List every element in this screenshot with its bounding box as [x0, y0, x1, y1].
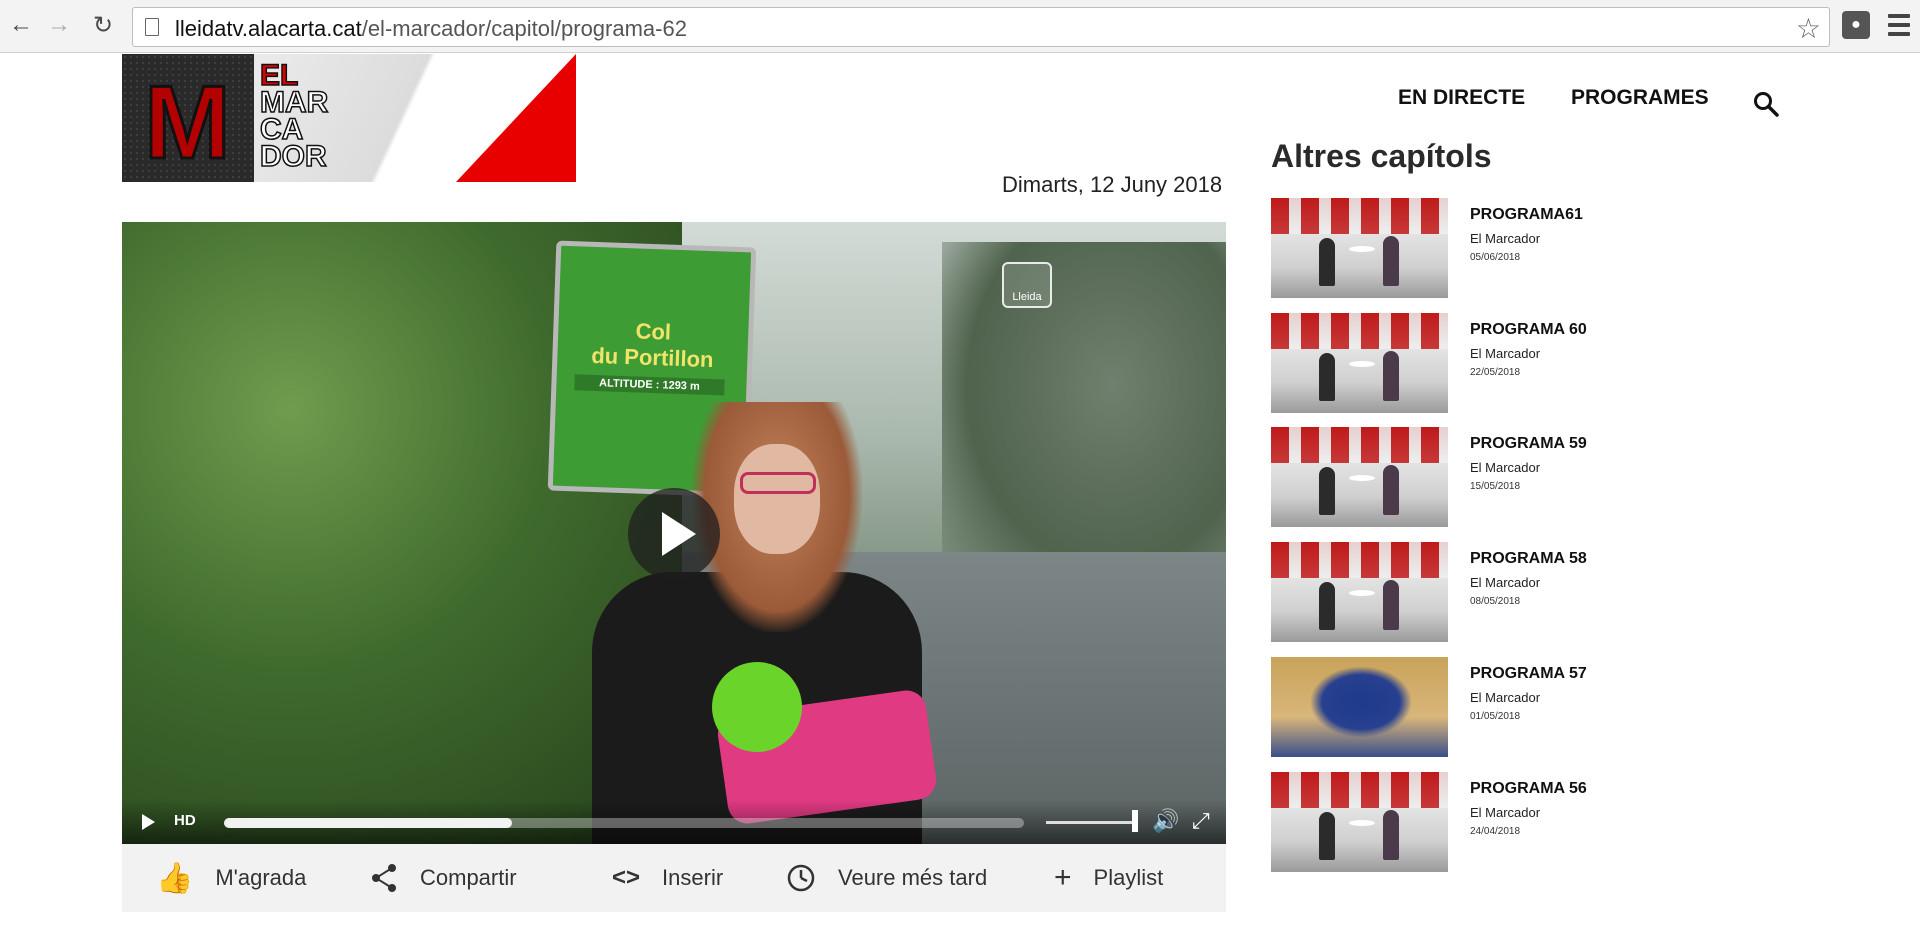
episode-date-small: 22/05/2018 [1470, 367, 1521, 378]
episode-item[interactable]: PROGRAMA 59 El Marcador 15/05/2018 [1271, 427, 1691, 527]
plus-icon: + [1054, 861, 1072, 894]
share-button[interactable]: Compartir [370, 844, 517, 912]
code-icon: <> [612, 864, 641, 891]
episode-thumbnail[interactable] [1271, 772, 1448, 872]
search-icon[interactable] [1752, 90, 1780, 118]
episode-date-small: 15/05/2018 [1470, 481, 1521, 492]
playlist-button[interactable]: + Playlist [1054, 844, 1163, 912]
episode-date-small: 05/06/2018 [1470, 252, 1521, 263]
clock-icon [787, 864, 815, 892]
episode-title[interactable]: PROGRAMA 57 [1470, 665, 1587, 683]
volume-handle[interactable] [1132, 810, 1138, 832]
back-arrow-icon[interactable]: ← [6, 10, 36, 40]
logo-monogram: M [143, 64, 233, 183]
episode-program: El Marcador [1470, 805, 1541, 820]
episode-item[interactable]: PROGRAMA 57 El Marcador 01/05/2018 [1271, 657, 1691, 757]
episode-program: El Marcador [1470, 346, 1541, 361]
nav-live[interactable]: EN DIRECTE [1398, 86, 1525, 110]
watch-later-button[interactable]: Veure més tard [786, 844, 987, 912]
browser-menu-icon[interactable] [1888, 14, 1910, 36]
episode-title[interactable]: PROGRAMA 59 [1470, 435, 1587, 453]
episode-thumbnail[interactable] [1271, 657, 1448, 757]
play-icon[interactable] [142, 814, 155, 830]
page-icon [145, 18, 159, 36]
progress-fill [224, 818, 512, 828]
progress-bar[interactable] [224, 818, 1024, 828]
site-logo[interactable]: M EL MAR CA DOR [122, 54, 576, 182]
player-controls: HD 🔊 ⤢ [122, 800, 1226, 844]
episode-item[interactable]: PROGRAMA 56 El Marcador 24/04/2018 [1271, 772, 1691, 872]
browser-toolbar: ← → ↻ lleidatv.alacarta.cat/el-marcador/… [0, 0, 1920, 53]
episode-item[interactable]: PROGRAMA 58 El Marcador 08/05/2018 [1271, 542, 1691, 642]
action-bar: 👍 M'agrada Compartir <> Inserir Veure mé… [122, 844, 1226, 912]
hd-toggle[interactable]: HD [174, 812, 196, 829]
episode-title[interactable]: PROGRAMA 56 [1470, 780, 1587, 798]
episode-title[interactable]: PROGRAMA61 [1470, 206, 1583, 224]
episode-date: Dimarts, 12 Juny 2018 [1002, 172, 1223, 197]
reload-icon[interactable]: ↻ [88, 10, 118, 40]
episode-item[interactable]: PROGRAMA 60 El Marcador 22/05/2018 [1271, 313, 1691, 413]
video-player[interactable]: Col du Portillon ALTITUDE : 1293 m Lleid… [122, 222, 1226, 844]
like-button[interactable]: 👍 M'agrada [156, 844, 306, 912]
episode-item[interactable]: PROGRAMA61 El Marcador 05/06/2018 [1271, 198, 1691, 298]
extension-bulb-icon[interactable]: ● [1842, 11, 1870, 39]
episode-date-small: 08/05/2018 [1470, 596, 1521, 607]
play-overlay-button[interactable] [628, 488, 720, 580]
share-icon [372, 864, 396, 892]
episode-title[interactable]: PROGRAMA 60 [1470, 321, 1587, 339]
address-bar[interactable]: lleidatv.alacarta.cat/el-marcador/capito… [132, 7, 1830, 47]
episode-date-small: 01/05/2018 [1470, 711, 1521, 722]
episode-program: El Marcador [1470, 231, 1541, 246]
episode-program: El Marcador [1470, 460, 1541, 475]
url-text[interactable]: lleidatv.alacarta.cat/el-marcador/capito… [175, 16, 687, 42]
episode-program: El Marcador [1470, 575, 1541, 590]
fullscreen-icon[interactable]: ⤢ [1192, 808, 1210, 834]
thumbs-up-icon: 👍 [156, 861, 194, 895]
volume-icon[interactable]: 🔊 [1152, 808, 1179, 834]
channel-watermark: Lleida [1002, 262, 1052, 308]
embed-button[interactable]: <> Inserir [612, 844, 723, 912]
other-episodes-heading: Altres capítols [1271, 138, 1492, 174]
episode-thumbnail[interactable] [1271, 542, 1448, 642]
forward-arrow-icon[interactable]: → [44, 10, 74, 40]
logo-wordmark: EL MAR CA DOR [259, 59, 329, 173]
episode-thumbnail[interactable] [1271, 198, 1448, 298]
episode-date-small: 24/04/2018 [1470, 826, 1521, 837]
episode-title[interactable]: PROGRAMA 58 [1470, 550, 1587, 568]
nav-programs[interactable]: PROGRAMES [1571, 86, 1709, 110]
episode-thumbnail[interactable] [1271, 427, 1448, 527]
bookmark-star-icon[interactable]: ☆ [1796, 12, 1821, 45]
volume-slider[interactable] [1046, 821, 1136, 824]
episode-program: El Marcador [1470, 690, 1541, 705]
episode-thumbnail[interactable] [1271, 313, 1448, 413]
